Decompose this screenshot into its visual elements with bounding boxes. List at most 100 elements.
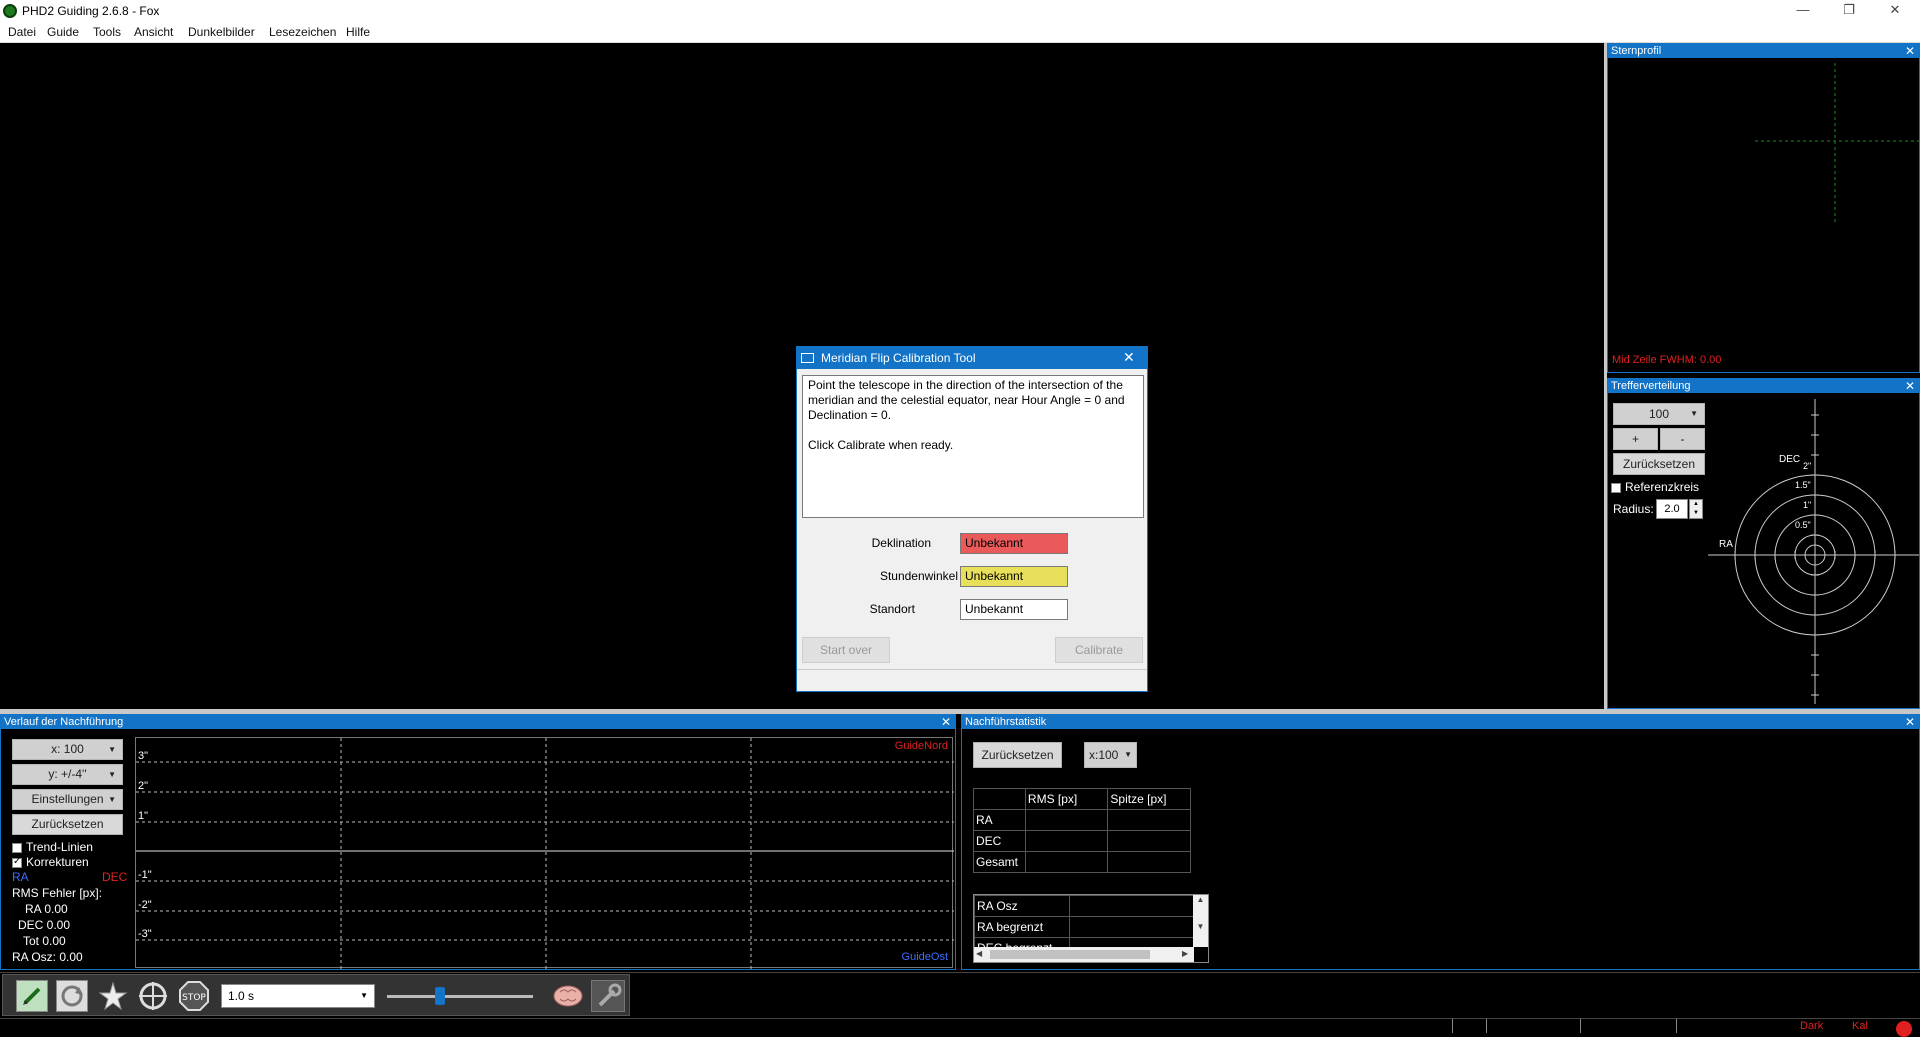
table-row: RA: [973, 809, 1191, 831]
dark-status: Dark: [1800, 1020, 1824, 1032]
dialog-window-icon: [801, 353, 814, 363]
close-icon[interactable]: ✕: [1905, 379, 1915, 393]
dialog-status-bar: [797, 669, 1147, 691]
horizontal-scrollbar[interactable]: ◀ ▶: [974, 947, 1194, 962]
start-over-button[interactable]: Start over: [802, 637, 890, 663]
window-title: PHD2 Guiding 2.6.8 - Fox: [22, 4, 160, 18]
target-zoom-out-button[interactable]: -: [1660, 428, 1705, 450]
target-zoom-in-button[interactable]: +: [1613, 428, 1658, 450]
stats-reset-button[interactable]: Zurücksetzen: [973, 742, 1062, 768]
checkbox[interactable]: [12, 842, 22, 853]
close-icon[interactable]: ✕: [941, 715, 951, 729]
gamma-slider[interactable]: [383, 984, 539, 1008]
table-cell: [1069, 895, 1194, 917]
wrench-icon[interactable]: [591, 980, 625, 1012]
minimize-button[interactable]: —: [1780, 0, 1826, 22]
status-divider: [1580, 1019, 1581, 1033]
history-header: Verlauf der Nachführung ✕: [1, 715, 955, 729]
target-panel: Trefferverteilung ✕ 100 ▼ + - Zurücksetze…: [1607, 378, 1920, 709]
exposure-value: 1.0 s: [228, 989, 255, 1003]
corrections-checkbox[interactable]: Korrekturen: [12, 855, 89, 869]
star-profile-title: Sternprofil: [1611, 45, 1662, 57]
stats-x-scale-dropdown[interactable]: x:100 ▼: [1084, 742, 1137, 768]
menu-guide[interactable]: Guide: [47, 25, 79, 39]
target-header: Trefferverteilung ✕: [1608, 379, 1919, 393]
trend-lines-checkbox[interactable]: Trend-Linien: [12, 840, 93, 854]
y-axis-label: -3": [138, 928, 152, 940]
scroll-left-icon[interactable]: ◀: [976, 949, 982, 958]
chevron-down-icon: ▼: [1690, 409, 1698, 418]
table-cell: [1024, 851, 1109, 873]
y-axis-label: -2": [138, 899, 152, 911]
ring-label: 1.5": [1795, 480, 1811, 490]
rms-total: Tot 0.00: [23, 934, 66, 948]
vertical-scrollbar[interactable]: ▲ ▼: [1193, 895, 1208, 947]
table-row: RMS [px] Spitze [px]: [973, 788, 1191, 810]
connection-status-icon: [1896, 1021, 1912, 1037]
checkbox[interactable]: [12, 856, 22, 868]
stats-table: RMS [px] Spitze [px] RA DEC Gesamt: [973, 788, 1191, 873]
settings-dropdown[interactable]: Einstellungen ▼: [12, 789, 123, 810]
rms-ra: RA 0.00: [25, 902, 68, 916]
menu-file[interactable]: Datei: [8, 25, 36, 39]
dialog-message: Point the telescope in the direction of …: [802, 375, 1144, 518]
location-status: Unbekannt: [960, 599, 1068, 620]
radius-input[interactable]: 2.0: [1656, 499, 1688, 519]
close-icon[interactable]: ✕: [1905, 715, 1915, 729]
y-scale-dropdown[interactable]: y: +/-4'' ▼: [12, 764, 123, 785]
guide-target-icon[interactable]: [137, 980, 169, 1012]
loop-icon[interactable]: [56, 980, 88, 1012]
list-item-label: RA begrenzt: [974, 916, 1070, 938]
reference-circle-checkbox[interactable]: Referenzkreis: [1611, 480, 1699, 494]
chevron-down-icon: ▼: [1124, 750, 1132, 759]
target-reset-button[interactable]: Zurücksetzen: [1613, 453, 1705, 475]
stats-list[interactable]: RA Osz RA begrenzt DEC begrenzt ▲▼ ◀ ▶: [973, 894, 1209, 963]
menu-bookmarks[interactable]: Lesezeichen: [269, 25, 336, 39]
x-scale-value: x: 100: [51, 742, 84, 756]
history-reset-button[interactable]: Zurücksetzen: [12, 814, 123, 835]
pencil-icon[interactable]: [16, 980, 48, 1012]
menu-view[interactable]: Ansicht: [134, 25, 173, 39]
maximize-button[interactable]: ❐: [1826, 0, 1872, 22]
slider-track: [387, 995, 533, 998]
guide-east-label: GuideOst: [901, 951, 948, 963]
status-divider: [1676, 1019, 1677, 1033]
table-cell: [1024, 830, 1109, 852]
hour-angle-label: Stundenwinkel: [879, 569, 958, 583]
calibrate-button[interactable]: Calibrate: [1055, 637, 1143, 663]
location-label: Standort: [869, 602, 915, 616]
stats-title: Nachführstatistik: [965, 716, 1047, 728]
table-cell: [1107, 830, 1191, 852]
y-axis-label: 1": [138, 810, 149, 822]
target-title: Trefferverteilung: [1611, 380, 1691, 392]
table-row: Gesamt: [973, 851, 1191, 873]
row-label: Gesamt: [973, 851, 1026, 873]
target-zoom-dropdown[interactable]: 100 ▼: [1613, 403, 1705, 425]
list-item: RA Osz: [974, 895, 1194, 917]
close-icon[interactable]: ✕: [1123, 349, 1135, 366]
stats-x-scale-value: x:100: [1089, 748, 1119, 762]
checkbox[interactable]: [1611, 482, 1621, 493]
slider-thumb[interactable]: [435, 987, 445, 1005]
scroll-right-icon[interactable]: ▶: [1182, 949, 1188, 958]
x-scale-dropdown[interactable]: x: 100 ▼: [12, 739, 123, 760]
exposure-dropdown[interactable]: 1.0 s ▼: [221, 984, 375, 1008]
svg-text:STOP: STOP: [182, 993, 206, 1003]
radius-spinner[interactable]: ▲ ▼: [1689, 499, 1703, 519]
table-header-cell: RMS [px]: [1024, 788, 1109, 810]
close-icon[interactable]: ✕: [1905, 44, 1915, 58]
star-select-icon[interactable]: [97, 980, 129, 1012]
toolbar-group: STOP 1.0 s ▼: [2, 974, 630, 1016]
close-window-button[interactable]: ✕: [1872, 0, 1918, 22]
menu-darks[interactable]: Dunkelbilder: [188, 25, 255, 39]
radius-label: Radius:: [1613, 502, 1654, 516]
app-logo-icon: [3, 4, 17, 18]
menu-tools[interactable]: Tools: [93, 25, 121, 39]
target-ra-label: RA: [1719, 539, 1733, 550]
stop-icon[interactable]: STOP: [178, 980, 210, 1012]
menu-help[interactable]: Hilfe: [346, 25, 370, 39]
ring-label: 2": [1803, 461, 1812, 471]
scroll-thumb[interactable]: [990, 950, 1150, 959]
brain-icon[interactable]: [551, 980, 585, 1012]
guide-graph[interactable]: 3" 2" 1" -1" -2" -3" GuideNord GuideOst: [135, 737, 954, 969]
